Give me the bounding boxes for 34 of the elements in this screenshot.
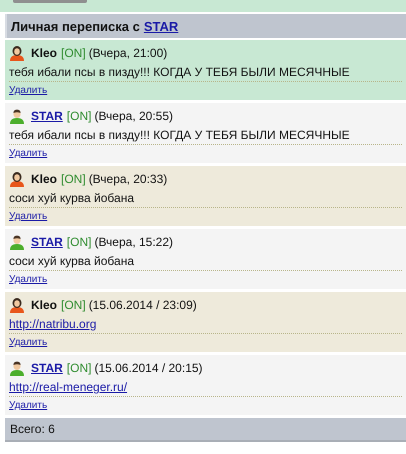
partner-link[interactable]: STAR: [144, 18, 178, 34]
author-name: Kleo: [31, 298, 58, 312]
author-link[interactable]: STAR: [31, 109, 63, 123]
author-link[interactable]: STAR: [31, 235, 63, 249]
message-time: (15.06.2014 / 20:15): [94, 361, 203, 375]
author-name: Kleo: [31, 172, 58, 186]
author-name: Kleo: [31, 46, 58, 60]
message-time: (Вчера, 21:00): [88, 46, 168, 60]
message-time: (Вчера, 15:22): [94, 235, 174, 249]
total-count: Всего: 6: [10, 422, 55, 436]
delete-link[interactable]: Удалить: [9, 400, 48, 410]
message-text: соси хуй курва йобана: [9, 254, 134, 268]
online-status: [ON]: [61, 46, 86, 60]
message-link[interactable]: http://natribu.org: [9, 317, 96, 331]
message-time: (Вчера, 20:55): [94, 109, 174, 123]
online-status: [ON]: [61, 298, 86, 312]
delete-link[interactable]: Удалить: [9, 210, 48, 222]
message-link[interactable]: http://real-meneger.ru/: [9, 380, 128, 394]
message-text: тебя ибали псы в пизду!!! КОГДА У ТЕБЯ БЫЛИ МЕСЯЧНЫЕ: [9, 128, 350, 142]
message-time: (Вчера, 20:33): [88, 172, 168, 186]
message-time: (15.06.2014 / 23:09): [88, 298, 197, 312]
delete-link[interactable]: Удалить: [9, 148, 48, 158]
header-title: Личная переписка с: [11, 18, 140, 34]
online-status: [ON]: [61, 172, 86, 186]
message-text: тебя ибали псы в пизду!!! КОГДА У ТЕБЯ БЫЛИ МЕСЯЧНЫЕ: [9, 65, 350, 79]
delete-link[interactable]: Удалить: [9, 84, 48, 96]
author-link[interactable]: STAR: [31, 361, 63, 375]
message-text: соси хуй курва йобана: [9, 191, 134, 205]
partial-button[interactable]: [13, 0, 87, 3]
online-status: [ON]: [66, 109, 92, 123]
delete-link[interactable]: Удалить: [9, 336, 48, 348]
online-status: [ON]: [66, 361, 92, 375]
delete-link[interactable]: Удалить: [9, 274, 48, 284]
online-status: [ON]: [66, 235, 92, 249]
